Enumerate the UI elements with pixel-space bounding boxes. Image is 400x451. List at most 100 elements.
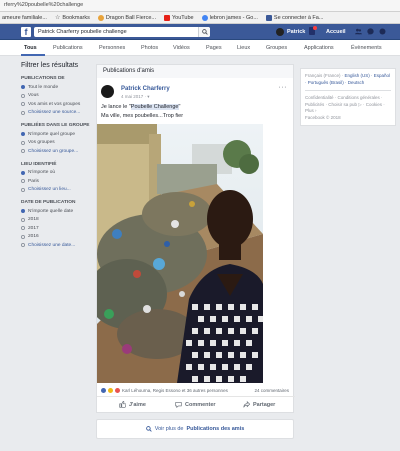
filter-option[interactable]: N'importe où: [21, 169, 95, 178]
filter-option-label: Vos amis et vos groupes: [28, 101, 81, 107]
filter-option[interactable]: 2018: [21, 216, 95, 225]
tab-tous[interactable]: Tous: [24, 45, 37, 51]
tab-personnes[interactable]: Personnes: [99, 45, 125, 51]
bookmark-item[interactable]: ameure familiale...: [2, 15, 47, 21]
bookmark-label: Se connecter à Fa...: [273, 14, 324, 21]
filter-choose-link[interactable]: Choisissez un lieu...: [21, 186, 95, 195]
radio-selected-icon: [21, 170, 25, 175]
share-button[interactable]: Partager: [243, 401, 275, 408]
radio-icon: [21, 226, 25, 231]
tab-lieux[interactable]: Lieux: [237, 45, 250, 51]
filter-option[interactable]: Vos groupes: [21, 139, 95, 148]
filter-option[interactable]: 2016: [21, 233, 95, 242]
bookmark-label: Bookmarks: [62, 14, 90, 21]
facebook-header: f Patrick Charferry poubelle challenge P…: [0, 24, 400, 40]
filter-section-group: PUBLIÉES DANS LE GROUPE N'importe quel g…: [21, 123, 95, 156]
home-link[interactable]: Accueil: [326, 29, 346, 35]
love-reaction-icon: [115, 388, 120, 393]
bookmark-item[interactable]: Se connecter à Fa...: [265, 14, 324, 21]
radio-selected-icon: [21, 85, 25, 90]
filter-section-title: LIEU IDENTIFIÉ: [21, 161, 57, 167]
search-tabs: Tous Publications Personnes Photos Vidéo…: [0, 40, 400, 56]
tab-applications[interactable]: Applications: [304, 45, 334, 51]
tab-evenements[interactable]: Évènements: [351, 45, 382, 51]
radio-icon: [21, 140, 25, 145]
right-column: Français (France) · English (US) · Españ…: [300, 68, 396, 126]
like-button[interactable]: J'aime: [119, 401, 146, 408]
plus-icon: [21, 187, 25, 192]
avatar[interactable]: [276, 28, 284, 36]
tab-groupes[interactable]: Groupes: [266, 45, 287, 51]
filter-option[interactable]: N'importe quelle date: [21, 207, 95, 216]
avatar[interactable]: [101, 85, 114, 98]
filter-choose-link[interactable]: Choisissez un groupe...: [21, 147, 95, 156]
tab-publications[interactable]: Publications: [53, 45, 83, 51]
radio-icon: [21, 234, 25, 239]
filter-option-label: Vos groupes: [28, 140, 55, 146]
search-button[interactable]: [198, 27, 210, 37]
like-label: J'aime: [129, 401, 146, 408]
privacy-icon: ▾: [147, 94, 150, 99]
filter-option-label: N'importe quel groupe: [28, 131, 76, 137]
notification-flag-icon[interactable]: [309, 26, 317, 35]
divider: [305, 90, 391, 91]
filter-option-label: Vous: [28, 93, 39, 99]
filter-option-label: 2016: [28, 234, 39, 240]
filter-option-label: Paris: [28, 178, 39, 184]
filter-choose-link[interactable]: Choisissez une date...: [21, 241, 95, 250]
filters-heading: Filtrer les résultats: [21, 62, 79, 69]
footer-links[interactable]: Confidentialité · Conditions générales ·…: [305, 95, 391, 115]
tab-pages[interactable]: Pages: [206, 45, 222, 51]
reactions-text: Karl Léhourna, Regis Essono et 36 autres…: [122, 388, 228, 393]
address-bar[interactable]: rferry%20poubelle%20challenge: [0, 0, 400, 12]
profile-link[interactable]: Patrick: [287, 29, 305, 35]
tab-videos[interactable]: Vidéos: [173, 45, 190, 51]
filter-option[interactable]: Vous: [21, 92, 95, 101]
more-options-icon[interactable]: ···: [279, 84, 288, 91]
globe-icon[interactable]: [379, 28, 386, 35]
bookmark-item[interactable]: lebron james - Go...: [201, 14, 258, 21]
comments-count-link[interactable]: 24 commentaires: [254, 388, 289, 393]
comment-icon: [175, 402, 182, 408]
selfie-trash-photo: [97, 124, 263, 383]
post-text-line: Ma ville, mes poubelles...Trop fier: [101, 113, 184, 119]
filter-section-date: DATE DE PUBLICATION N'importe quelle dat…: [21, 200, 95, 250]
filter-choose-link[interactable]: Choisissez une source...: [21, 109, 95, 118]
facebook-icon: [265, 14, 272, 21]
share-label: Partager: [253, 401, 276, 408]
friends-icon[interactable]: [355, 28, 362, 35]
post-photo[interactable]: [97, 124, 263, 383]
radio-icon: [21, 93, 25, 98]
messenger-icon[interactable]: [367, 28, 374, 35]
filter-link-label: Choisissez une date...: [28, 242, 76, 248]
bookmark-item[interactable]: ☆ Bookmarks: [55, 15, 90, 21]
filter-option[interactable]: Vos amis et vos groupes: [21, 100, 95, 109]
copyright: Facebook © 2018: [305, 114, 341, 120]
section-title: Publications d'amis: [96, 64, 294, 78]
plus-icon: [21, 149, 25, 154]
comment-button[interactable]: Commenter: [175, 401, 216, 408]
post-author-link[interactable]: Patrick Charferry: [121, 86, 170, 92]
language-list: Français (France) · English (US) · Españ…: [305, 73, 391, 86]
filter-option-label: 2017: [28, 225, 39, 231]
google-icon: [201, 14, 208, 21]
filter-option[interactable]: Paris: [21, 177, 95, 186]
bookmark-item[interactable]: Dragon Ball Fierce...: [97, 14, 156, 21]
filter-option-label: N'importe où: [28, 170, 56, 176]
bookmark-label: YouTube: [171, 14, 194, 21]
see-more-button[interactable]: Voir plus de Publications des amis: [96, 419, 294, 439]
filter-link-label: Choisissez un groupe...: [28, 148, 79, 154]
post-timestamp[interactable]: 4 mai 2017 · ▾: [121, 94, 150, 100]
radio-icon: [21, 102, 25, 107]
tab-photos[interactable]: Photos: [141, 45, 158, 51]
search-icon: [145, 426, 152, 432]
bookmark-item[interactable]: YouTube: [163, 14, 194, 21]
see-more-bold: Publications des amis: [186, 426, 245, 432]
facebook-logo[interactable]: f: [21, 27, 31, 37]
filter-option[interactable]: N'importe quel groupe: [21, 130, 95, 139]
search-input[interactable]: Patrick Charferry poubelle challenge: [34, 27, 210, 37]
filter-option[interactable]: 2017: [21, 224, 95, 233]
header-icons: [355, 28, 386, 35]
filter-option-label: 2018: [28, 217, 39, 223]
filter-option[interactable]: Tout le monde: [21, 83, 95, 92]
